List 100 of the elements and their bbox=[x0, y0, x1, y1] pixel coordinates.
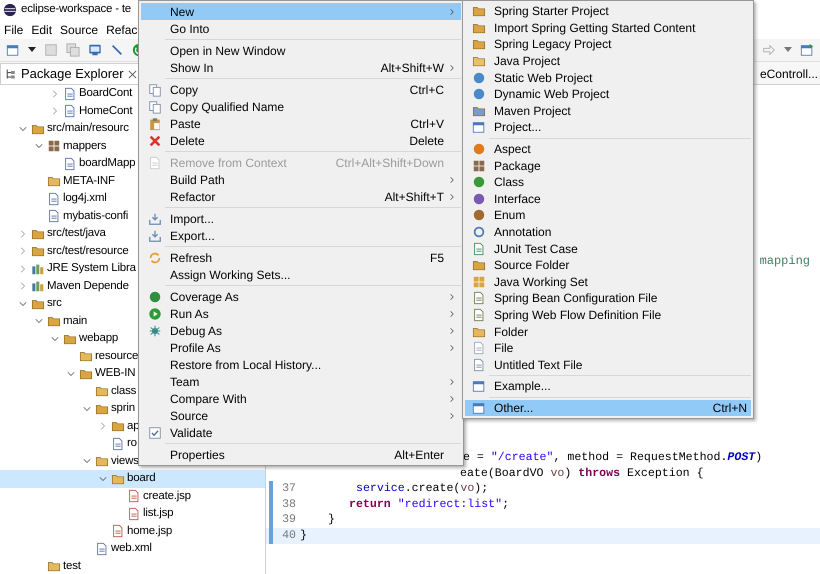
tree-item[interactable]: list.jsp bbox=[0, 505, 265, 522]
menu-item[interactable]: Java Working Set bbox=[465, 274, 751, 290]
tree-item[interactable]: board bbox=[0, 470, 265, 488]
menu-bar-item[interactable]: Edit bbox=[31, 20, 52, 38]
menu-item[interactable]: Profile As bbox=[141, 339, 461, 356]
close-icon[interactable] bbox=[128, 70, 137, 78]
menu-item[interactable]: Static Web Project bbox=[465, 69, 751, 86]
menu-item[interactable]: Copy Ctrl+C bbox=[141, 81, 461, 98]
menu-bar-item[interactable]: Refac bbox=[106, 20, 138, 38]
forward-arrow-icon[interactable] bbox=[762, 43, 776, 57]
window-icon bbox=[472, 379, 486, 394]
menu-item[interactable]: Project... bbox=[465, 119, 751, 136]
xml-file-icon bbox=[95, 542, 109, 556]
open-perspective-icon[interactable] bbox=[800, 43, 814, 57]
menu-item[interactable]: Enum bbox=[465, 207, 751, 224]
menu-item[interactable]: Spring Web Flow Definition File bbox=[465, 306, 751, 324]
source-folder-icon bbox=[111, 419, 125, 434]
menu-item[interactable]: Compare With bbox=[141, 390, 461, 407]
menu-item[interactable]: Java Project bbox=[465, 52, 751, 70]
xml-file-icon bbox=[111, 436, 125, 451]
menu-item[interactable]: Restore from Local History... bbox=[141, 356, 461, 373]
copy-icon bbox=[148, 82, 162, 96]
code-line: } bbox=[300, 528, 307, 544]
menu-item[interactable]: Source bbox=[141, 407, 461, 424]
menu-item[interactable]: Import... bbox=[141, 210, 461, 227]
menu-item[interactable]: Debug As bbox=[141, 322, 461, 339]
aspect-icon bbox=[472, 142, 486, 156]
text-file-icon bbox=[472, 358, 486, 372]
project-icon bbox=[472, 54, 486, 68]
shortcut-text: Alt+Shift+W bbox=[380, 60, 444, 76]
shortcut-text: Alt+Enter bbox=[394, 446, 444, 464]
menu-item[interactable]: Import Spring Getting Started Content bbox=[465, 20, 751, 36]
line-number: 37 bbox=[282, 481, 296, 498]
tree-item[interactable]: create.jsp bbox=[0, 488, 265, 505]
menu-item[interactable]: Folder bbox=[465, 323, 751, 340]
menu-item[interactable]: Team bbox=[141, 373, 461, 390]
menu-item[interactable]: Class bbox=[465, 174, 751, 191]
window-icon bbox=[472, 120, 486, 134]
save-all-icon[interactable] bbox=[66, 43, 80, 57]
menu-item[interactable]: Delete Delete bbox=[141, 132, 461, 149]
menu-item[interactable]: Open in New Window bbox=[141, 42, 461, 59]
menu-item[interactable]: Other... Ctrl+N bbox=[465, 400, 751, 416]
tree-item[interactable]: home.jsp bbox=[0, 522, 265, 540]
tree-item[interactable]: test bbox=[0, 558, 265, 574]
menu-item[interactable]: Validate bbox=[141, 424, 461, 441]
code-line: service.create(vo); bbox=[356, 481, 488, 498]
tree-item[interactable]: web.xml bbox=[0, 540, 265, 558]
line-number: 38 bbox=[282, 496, 296, 513]
menu-item[interactable]: Run As bbox=[141, 305, 461, 322]
checkbox-icon bbox=[148, 426, 162, 440]
menu-item[interactable]: Spring Legacy Project bbox=[465, 36, 751, 53]
shortcut-text: Ctrl+Alt+Shift+Down bbox=[336, 154, 444, 172]
save-icon[interactable] bbox=[44, 43, 58, 57]
menu-bar-item[interactable]: File bbox=[4, 20, 24, 38]
menu-item[interactable]: Copy Qualified Name bbox=[141, 98, 461, 115]
code-line: eate(BoardVO vo) throws Exception { bbox=[460, 466, 704, 482]
jsp-file-icon bbox=[127, 489, 141, 504]
bug-icon bbox=[148, 324, 162, 338]
menu-item[interactable]: Assign Working Sets... bbox=[141, 266, 461, 283]
menu-item[interactable]: Annotation bbox=[465, 224, 751, 240]
library-icon bbox=[31, 279, 45, 294]
dropdown-caret-icon[interactable] bbox=[28, 47, 36, 53]
code-line: } bbox=[328, 512, 335, 528]
menu-item[interactable]: Package bbox=[465, 157, 751, 174]
menu-bar-item[interactable]: Source bbox=[60, 20, 98, 38]
menu-item[interactable]: Show In Alt+Shift+W bbox=[141, 59, 461, 76]
menu-item[interactable]: Export... bbox=[141, 227, 461, 244]
menu-item[interactable]: Interface bbox=[465, 190, 751, 208]
jsp-file-icon bbox=[111, 524, 125, 538]
coverage-icon bbox=[148, 290, 162, 304]
menu-item[interactable]: Coverage As bbox=[141, 288, 461, 305]
menu-item[interactable]: Refactor Alt+Shift+T bbox=[141, 188, 461, 205]
menu-item[interactable]: Go Into bbox=[141, 20, 461, 37]
menu-item[interactable]: Properties Alt+Enter bbox=[141, 446, 461, 463]
menu-item[interactable]: Refresh F5 bbox=[141, 249, 461, 266]
shortcut-text: Ctrl+N bbox=[712, 400, 747, 417]
menu-item[interactable]: Spring Bean Configuration File bbox=[465, 290, 751, 307]
menu-item[interactable]: Example... bbox=[465, 378, 751, 395]
menu-item[interactable]: Paste Ctrl+V bbox=[141, 115, 461, 132]
import-icon bbox=[148, 212, 162, 226]
menu-item[interactable]: New bbox=[141, 3, 461, 20]
class-icon bbox=[472, 175, 486, 190]
xml-file-icon bbox=[472, 308, 486, 322]
app-logo-icon bbox=[3, 3, 17, 17]
terminal-icon[interactable] bbox=[88, 43, 102, 57]
menu-item[interactable]: Build Path bbox=[141, 171, 461, 188]
menu-item[interactable]: JUnit Test Case bbox=[465, 240, 751, 257]
java-file-icon bbox=[63, 104, 77, 118]
menu-item[interactable]: Spring Starter Project bbox=[465, 3, 751, 20]
folder-icon bbox=[47, 174, 61, 188]
menu-item[interactable]: Maven Project bbox=[465, 102, 751, 120]
page-icon bbox=[148, 156, 162, 170]
menu-item[interactable]: Dynamic Web Project bbox=[465, 86, 751, 103]
menu-item[interactable]: Aspect bbox=[465, 140, 751, 158]
new-window-icon[interactable] bbox=[6, 43, 20, 57]
menu-item[interactable]: File bbox=[465, 340, 751, 356]
menu-item[interactable]: Source Folder bbox=[465, 256, 751, 274]
menu-item[interactable]: Untitled Text File bbox=[465, 356, 751, 374]
window-icon bbox=[472, 400, 486, 415]
xml-file-icon bbox=[63, 156, 77, 171]
